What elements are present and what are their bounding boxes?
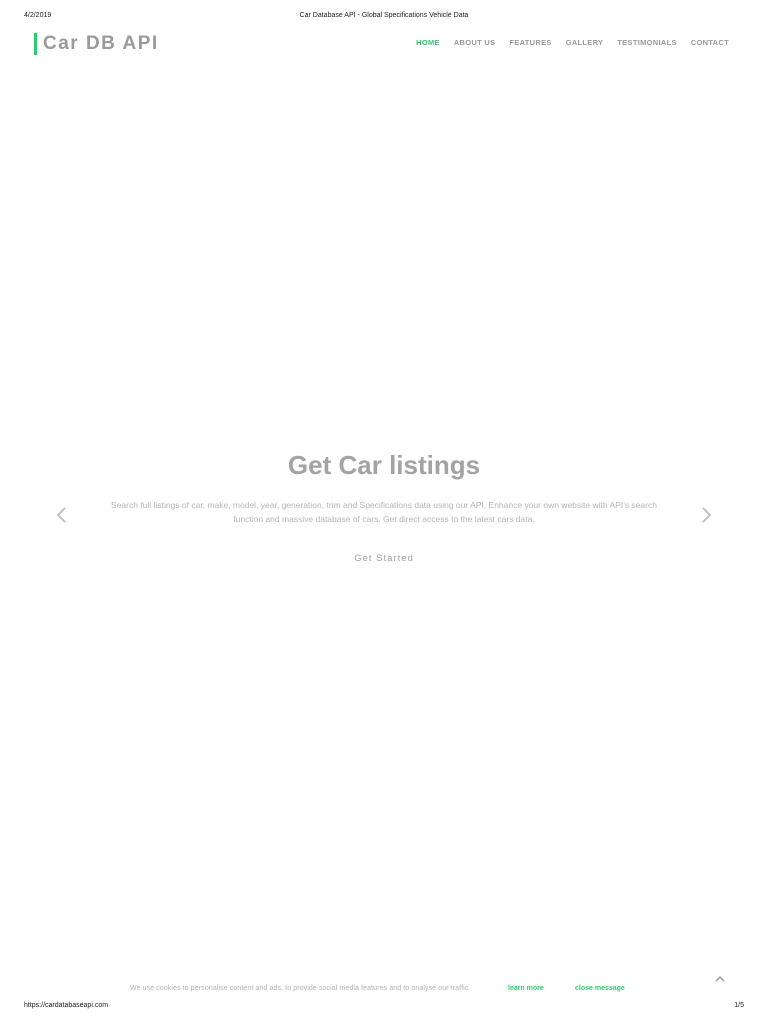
learn-more-link[interactable]: learn more xyxy=(508,985,544,992)
chevron-right-icon[interactable] xyxy=(698,505,714,525)
hero-description: Search full listings of car, make, model… xyxy=(111,500,657,524)
print-page-title: Car Database API - Global Specifications… xyxy=(299,12,469,19)
cookie-notice-text: We use cookies to personalise content an… xyxy=(130,985,471,992)
nav-item-contact[interactable]: CONTACT xyxy=(691,38,729,47)
brand-logo[interactable]: Car DB API xyxy=(34,33,159,55)
chevron-up-icon[interactable] xyxy=(713,972,727,984)
nav-item-gallery[interactable]: GALLERY xyxy=(566,38,604,47)
cookie-notice: We use cookies to personalise content an… xyxy=(0,985,768,997)
print-page-number: 1/5 xyxy=(734,1002,744,1009)
brand-name: Car DB API xyxy=(43,33,159,54)
nav-item-testimonials[interactable]: TESTIMONIALS xyxy=(617,38,676,47)
main-nav: HOME ABOUT US FEATURES GALLERY TESTIMONI… xyxy=(416,38,729,47)
get-started-button[interactable]: Get Started xyxy=(354,553,414,564)
print-url: https://cardatabaseapi.com xyxy=(24,1002,109,1009)
chevron-left-icon[interactable] xyxy=(54,505,70,525)
nav-item-about-us[interactable]: ABOUT US xyxy=(454,38,496,47)
nav-item-home[interactable]: HOME xyxy=(416,38,440,47)
close-message-button[interactable]: close message xyxy=(575,985,625,992)
brand-accent-bar xyxy=(34,33,37,55)
navbar: Car DB API HOME ABOUT US FEATURES GALLER… xyxy=(0,28,768,60)
hero-title: Get Car listings xyxy=(287,450,481,480)
nav-item-features[interactable]: FEATURES xyxy=(509,38,551,47)
